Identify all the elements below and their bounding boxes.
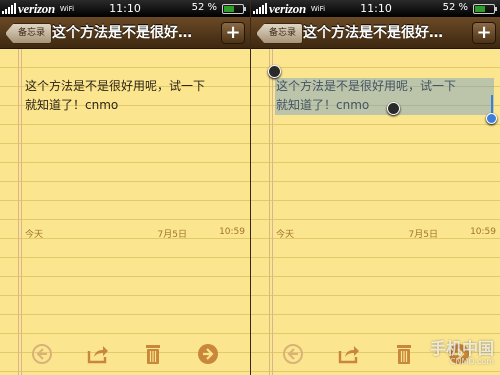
share-icon[interactable] [337,342,361,366]
note-screen-left: verizon WiFi 11:10 52 % 备忘录 这个方法是不是很好… +… [0,0,250,375]
page-title: 这个方法是不是很好… [303,25,443,41]
watermark-subtext: CNMO.com [449,357,494,366]
status-bar: verizon WiFi 11:10 52 % [251,0,500,17]
date-label: 今天 [25,230,44,240]
battery-percent: 52 % [442,2,468,13]
date-label: 今天 [276,230,295,240]
margin-line [21,49,22,375]
selection-caret-handle[interactable] [486,113,497,124]
note-date: 7月5日 [157,230,187,240]
previous-note-icon[interactable] [281,342,305,366]
share-icon[interactable] [86,342,110,366]
next-note-icon[interactable] [196,342,220,366]
note-body[interactable]: 这个方法是不是很好用呢，试一下 就知道了！cnmo [25,77,240,115]
back-button[interactable]: 备忘录 [5,23,53,44]
note-screen-right: verizon WiFi 11:10 52 % 备忘录 这个方法是不是很好… +… [250,0,500,375]
note-time: 10:59 [219,227,245,237]
selection-caret-stem [491,95,493,115]
note-time: 10:59 [470,227,496,237]
back-button[interactable]: 备忘录 [256,23,304,44]
status-bar: verizon WiFi 11:10 52 % [0,0,250,17]
trash-icon[interactable] [392,342,416,366]
navigation-bar: 备忘录 这个方法是不是很好… + [251,17,500,49]
note-date: 7月5日 [408,230,438,240]
margin-line [269,49,270,375]
battery-icon [222,4,246,14]
previous-note-icon[interactable] [30,342,54,366]
add-note-button[interactable]: + [472,22,496,44]
margin-line [18,49,19,375]
trash-icon[interactable] [141,342,165,366]
bottom-toolbar [0,340,250,368]
page-title: 这个方法是不是很好… [52,25,192,41]
selection-start-handle[interactable] [268,65,281,78]
watermark-logo: 手机中国 CNMO.com [430,340,494,366]
navigation-bar: 备忘录 这个方法是不是很好… + [0,17,250,49]
add-note-button[interactable]: + [221,22,245,44]
text-selection-highlight [275,78,494,115]
note-line: 这个方法是不是很好用呢，试一下 [25,79,206,93]
margin-line [272,49,273,375]
battery-percent: 52 % [191,2,217,13]
selection-end-handle[interactable] [387,102,400,115]
note-line: 就知道了！cnmo [25,98,119,112]
watermark-text: 手机中国 [429,339,494,358]
battery-icon [473,4,497,14]
